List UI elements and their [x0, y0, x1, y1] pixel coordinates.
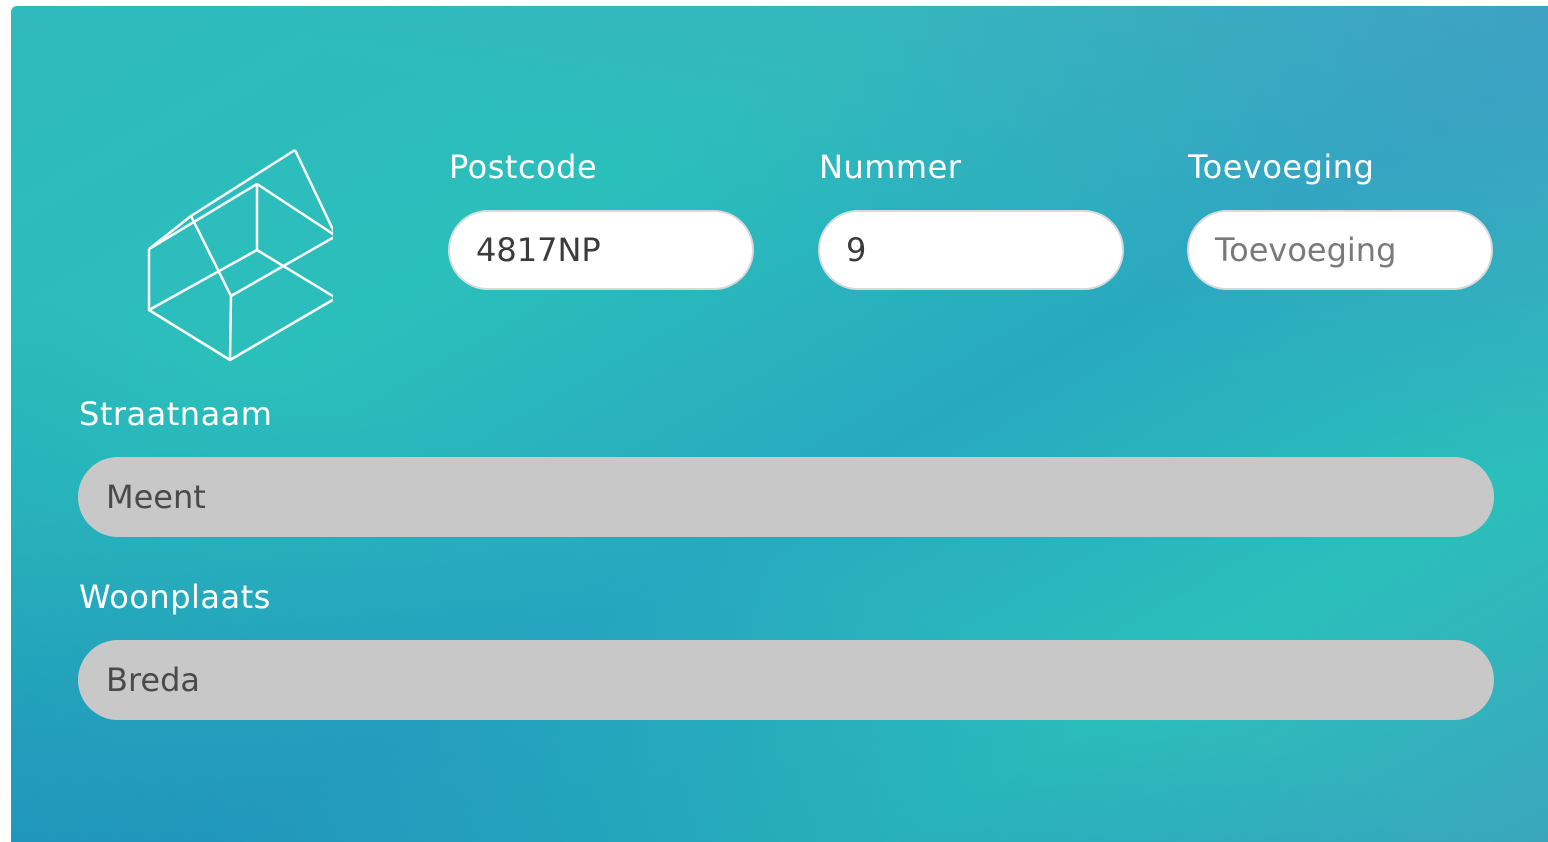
address-form-panel: Postcode 4817NP Nummer 9 Toevoeging Toev…: [11, 6, 1548, 842]
postcode-label: Postcode: [449, 148, 598, 186]
toevoeging-field[interactable]: Toevoeging: [1187, 210, 1493, 290]
woonplaats-label: Woonplaats: [79, 578, 271, 616]
postcode-field[interactable]: 4817NP: [448, 210, 754, 290]
straatnaam-label: Straatnaam: [79, 395, 273, 433]
toevoeging-label: Toevoeging: [1188, 148, 1375, 186]
house-outline-icon: [147, 148, 333, 362]
woonplaats-field[interactable]: Breda: [78, 640, 1494, 720]
nummer-label: Nummer: [819, 148, 962, 186]
nummer-field[interactable]: 9: [818, 210, 1124, 290]
straatnaam-field[interactable]: Meent: [78, 457, 1494, 537]
